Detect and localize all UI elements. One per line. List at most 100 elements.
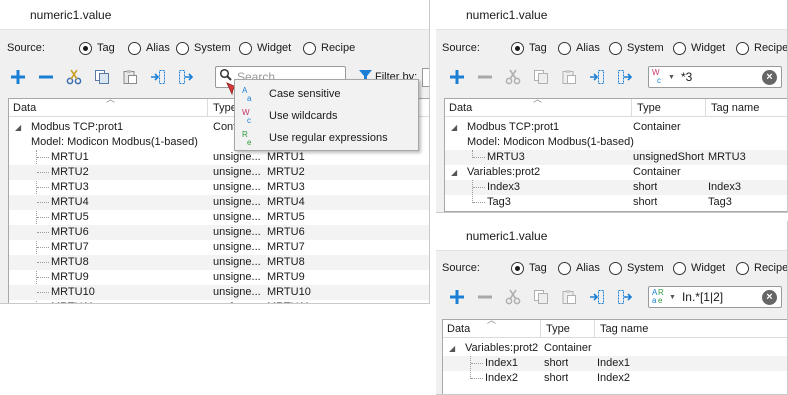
radio-label: Alias	[576, 262, 600, 274]
radio-widget[interactable]: Widget	[673, 261, 725, 275]
radio-recipe[interactable]: Recipe	[736, 261, 787, 275]
tree-row[interactable]: MRTU8 unsigne... MRTU8	[9, 255, 429, 270]
tree-row[interactable]: MRTU10 unsigne... MRTU10	[9, 285, 429, 300]
radio-alias[interactable]: Alias	[128, 41, 170, 55]
tree-row[interactable]: ◢ Variables:prot2 Container	[445, 165, 787, 180]
search-input[interactable]: In.*[1|2]	[682, 290, 723, 304]
radio-recipe[interactable]: Recipe	[736, 41, 787, 55]
import-icon[interactable]	[586, 286, 608, 308]
tree-row[interactable]: MRTU4 unsigne... MRTU4	[9, 195, 429, 210]
paste-icon[interactable]	[558, 66, 580, 88]
radio-widget[interactable]: Widget	[239, 41, 291, 55]
paste-icon[interactable]	[558, 286, 580, 308]
radio-system[interactable]: System	[176, 41, 231, 55]
svg-text:c: c	[247, 116, 251, 124]
chevron-down-icon[interactable]: ▼	[668, 74, 675, 81]
radio-widget[interactable]: Widget	[673, 41, 725, 55]
tree-row[interactable]: MRTU7 unsigne... MRTU7	[9, 240, 429, 255]
add-icon[interactable]	[446, 66, 468, 88]
tree-row[interactable]: MRTU1 unsigne... MRTU1	[9, 150, 429, 165]
radio-dot	[239, 41, 252, 55]
paste-icon[interactable]	[119, 66, 141, 88]
tree-row[interactable]: MRTU11unsigne...MRTU11	[9, 300, 429, 303]
panel-title: numeric1.value	[436, 221, 787, 251]
tree-row[interactable]: Index1 short Index1	[443, 356, 787, 371]
panel-title: numeric1.value	[0, 0, 429, 30]
copy-icon[interactable]	[91, 66, 113, 88]
import-icon[interactable]	[147, 66, 169, 88]
cut-icon[interactable]	[502, 286, 524, 308]
source-row: Source: Tag Alias System Widget Recipe	[442, 260, 787, 276]
expand-arrow-icon[interactable]: ◢	[451, 120, 457, 135]
menu-item-use-wildcards[interactable]: Wc Use wildcards	[235, 105, 418, 127]
tag-tree-grid: Data ︿ Type Tag name ◢ Modbus TCP:prot1 Co…	[444, 98, 787, 212]
expand-arrow-icon[interactable]: ◢	[15, 120, 21, 135]
cell-tag: Index1	[597, 357, 631, 369]
export-icon[interactable]	[175, 66, 197, 88]
remove-icon[interactable]	[35, 66, 57, 88]
tree-connector	[37, 247, 49, 248]
cell-data: MRTU8	[51, 256, 89, 268]
expand-arrow-icon[interactable]: ◢	[449, 341, 455, 356]
column-header-type[interactable]: Type	[633, 99, 706, 117]
radio-tag[interactable]: Tag	[79, 41, 115, 55]
cell-data: MRTU9	[51, 271, 89, 283]
tree-row[interactable]: MRTU3 unsignedShort MRTU3	[445, 150, 787, 165]
cell-data: MRTU11	[51, 300, 94, 303]
tree-row[interactable]: MRTU9 unsigne... MRTU9	[9, 270, 429, 285]
tree-connector	[37, 202, 49, 203]
add-icon[interactable]	[446, 286, 468, 308]
export-icon[interactable]	[614, 66, 636, 88]
tree-row[interactable]: Tag3 short Tag3	[445, 195, 787, 210]
tree-connector	[470, 356, 471, 379]
import-icon[interactable]	[586, 66, 608, 88]
radio-alias[interactable]: Alias	[558, 261, 600, 275]
copy-icon[interactable]	[530, 286, 552, 308]
tree-row[interactable]: ◢ Modbus TCP:prot1 Container	[445, 120, 787, 135]
cell-type: short	[633, 196, 658, 208]
clear-search-icon[interactable]: ×	[762, 290, 777, 305]
radio-tag[interactable]: Tag	[511, 41, 547, 55]
add-icon[interactable]	[7, 66, 29, 88]
cut-icon[interactable]	[502, 66, 524, 88]
cell-data: MRTU6	[51, 226, 89, 238]
cut-icon[interactable]	[63, 66, 85, 88]
chevron-down-icon[interactable]: ▼	[669, 294, 676, 301]
menu-item-case-sensitive[interactable]: Aa Case sensitive	[235, 83, 418, 105]
panel-title: numeric1.value	[436, 0, 787, 30]
search-box[interactable]: ARae ▼ In.*[1|2] ×	[648, 286, 782, 308]
cell-data: Tag3	[487, 196, 511, 208]
wildcard-icon[interactable]: Wc	[652, 68, 666, 87]
cell-data: Model: Modicon Modbus(1-based)	[31, 136, 198, 148]
search-box[interactable]: Wc ▼ *3 ×	[648, 66, 782, 88]
filter-dropdown[interactable]	[422, 68, 429, 87]
radio-system[interactable]: System	[609, 41, 664, 55]
menu-item-regex[interactable]: Re Use regular expressions	[235, 127, 418, 149]
tag-browser-panel-top-right: numeric1.value Source: Tag Alias System …	[436, 0, 788, 213]
search-input[interactable]: *3	[681, 70, 692, 84]
cell-data: MRTU7	[51, 241, 89, 253]
radio-alias[interactable]: Alias	[558, 41, 600, 55]
tree-row[interactable]: Index3 short Index3	[445, 180, 787, 195]
tree-row[interactable]: Model: Modicon Modbus(1-based)	[445, 135, 787, 150]
expand-arrow-icon[interactable]: ◢	[451, 165, 457, 180]
regex-icon[interactable]: ARae	[652, 288, 668, 307]
remove-icon[interactable]	[474, 286, 496, 308]
tree-row[interactable]: MRTU3 unsigne... MRTU3	[9, 180, 429, 195]
export-icon[interactable]	[614, 286, 636, 308]
tree-row[interactable]: MRTU2 unsigne... MRTU2	[9, 165, 429, 180]
tree-row[interactable]: Index2 short Index2	[443, 371, 787, 386]
radio-tag[interactable]: Tag	[511, 261, 547, 275]
tree-row[interactable]: MRTU5 unsigne... MRTU5	[9, 210, 429, 225]
clear-search-icon[interactable]: ×	[762, 70, 777, 85]
copy-icon[interactable]	[530, 66, 552, 88]
tree-row[interactable]: MRTU6 unsigne... MRTU6	[9, 225, 429, 240]
column-header-tag-name[interactable]: Tag name	[596, 320, 787, 338]
column-header-type[interactable]: Type	[542, 320, 595, 338]
column-header-tag-name[interactable]: Tag name	[707, 99, 787, 117]
radio-system[interactable]: System	[609, 261, 664, 275]
remove-icon[interactable]	[474, 66, 496, 88]
radio-recipe[interactable]: Recipe	[303, 41, 355, 55]
radio-dot	[128, 41, 141, 55]
tree-row[interactable]: ◢ Variables:prot2 Container	[443, 341, 787, 356]
